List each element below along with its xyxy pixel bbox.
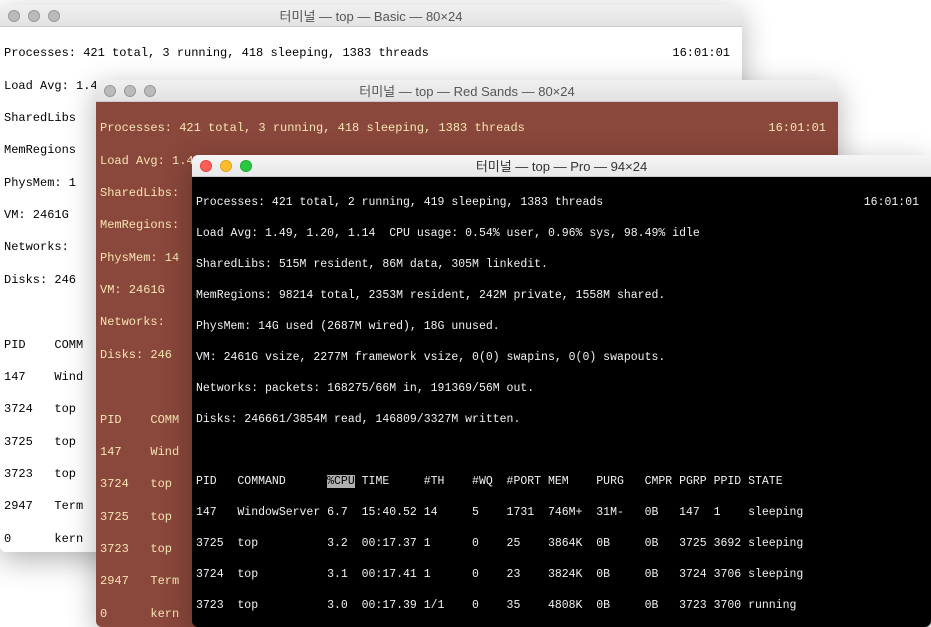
process-row: 147 WindowServer 6.7 15:40.52 14 5 1731 …: [196, 505, 927, 521]
process-row: 3724 top 3.1 00:17.41 1 0 23 3824K 0B 0B…: [196, 567, 927, 583]
process-summary: Processes: 421 total, 2 running, 419 sle…: [196, 195, 927, 211]
close-icon[interactable]: [8, 10, 20, 22]
clock: 16:01:01: [672, 45, 738, 61]
physmem: PhysMem: 14G used (2687M wired), 18G unu…: [196, 319, 927, 335]
close-icon[interactable]: [200, 160, 212, 172]
window-title: 터미널 — top — Basic — 80×24: [0, 6, 742, 25]
disks: Disks: 246661/3854M read, 146809/3327M w…: [196, 412, 927, 428]
maximize-icon[interactable]: [48, 10, 60, 22]
minimize-icon[interactable]: [28, 10, 40, 22]
close-icon[interactable]: [104, 85, 116, 97]
minimize-icon[interactable]: [124, 85, 136, 97]
window-title: 터미널 — top — Red Sands — 80×24: [96, 81, 838, 100]
maximize-icon[interactable]: [240, 160, 252, 172]
load-avg: Load Avg: 1.49, 1.20, 1.14 CPU usage: 0.…: [196, 226, 927, 242]
terminal-window-pro[interactable]: 터미널 — top — Pro — 94×24 Processes: 421 t…: [192, 155, 931, 627]
networks: Networks: packets: 168275/66M in, 191369…: [196, 381, 927, 397]
maximize-icon[interactable]: [144, 85, 156, 97]
window-title: 터미널 — top — Pro — 94×24: [192, 156, 931, 175]
titlebar[interactable]: 터미널 — top — Red Sands — 80×24: [96, 80, 838, 102]
traffic-lights: [8, 10, 60, 22]
terminal-content: Processes: 421 total, 2 running, 419 sle…: [192, 177, 931, 627]
clock: 16:01:01: [768, 120, 834, 136]
minimize-icon[interactable]: [220, 160, 232, 172]
titlebar[interactable]: 터미널 — top — Pro — 94×24: [192, 155, 931, 177]
sharedlibs: SharedLibs: 515M resident, 86M data, 305…: [196, 257, 927, 273]
process-row: 3723 top 3.0 00:17.39 1/1 0 35 4808K 0B …: [196, 598, 927, 614]
process-summary: Processes: 421 total, 3 running, 418 sle…: [100, 120, 834, 136]
traffic-lights: [104, 85, 156, 97]
blank: [196, 443, 927, 459]
memregions: MemRegions: 98214 total, 2353M resident,…: [196, 288, 927, 304]
traffic-lights: [200, 160, 252, 172]
clock: 16:01:01: [864, 195, 927, 211]
vm: VM: 2461G vsize, 2277M framework vsize, …: [196, 350, 927, 366]
process-summary: Processes: 421 total, 3 running, 418 sle…: [4, 45, 738, 61]
sort-column-highlight: %CPU: [327, 475, 355, 488]
titlebar[interactable]: 터미널 — top — Basic — 80×24: [0, 5, 742, 27]
process-row: 3725 top 3.2 00:17.37 1 0 25 3864K 0B 0B…: [196, 536, 927, 552]
column-header: PID COMMAND %CPU TIME #TH #WQ #PORT MEM …: [196, 474, 927, 490]
